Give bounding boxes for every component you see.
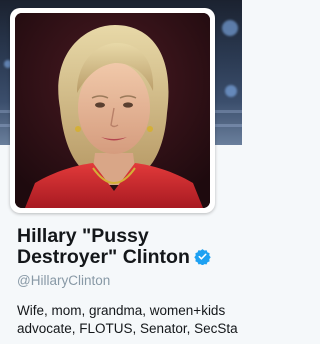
profile-info: Hillary "Pussy Destroyer" Clinton @Hilla…	[17, 226, 242, 338]
profile-bio: Wife, mom, grandma, women+kids advocate,…	[17, 302, 242, 338]
verified-badge-icon	[194, 248, 211, 270]
display-name-line-2: Destroyer" Clinton	[17, 247, 242, 270]
profile-screen-name[interactable]: @HillaryClinton	[17, 272, 242, 290]
profile-avatar[interactable]	[15, 13, 210, 208]
display-name-line-1: Hillary "Pussy	[17, 225, 149, 247]
avatar-portrait-image	[15, 13, 210, 208]
bio-line-2: advocate, FLOTUS, Senator, SecSta	[17, 321, 238, 336]
profile-page: Hillary "Pussy Destroyer" Clinton @Hilla…	[0, 0, 242, 344]
profile-avatar-frame[interactable]	[10, 8, 215, 213]
display-name-line-2-text: Destroyer" Clinton	[17, 246, 190, 268]
bio-line-1: Wife, mom, grandma, women+kids	[17, 303, 226, 318]
profile-display-name[interactable]: Hillary "Pussy Destroyer" Clinton	[17, 226, 242, 270]
